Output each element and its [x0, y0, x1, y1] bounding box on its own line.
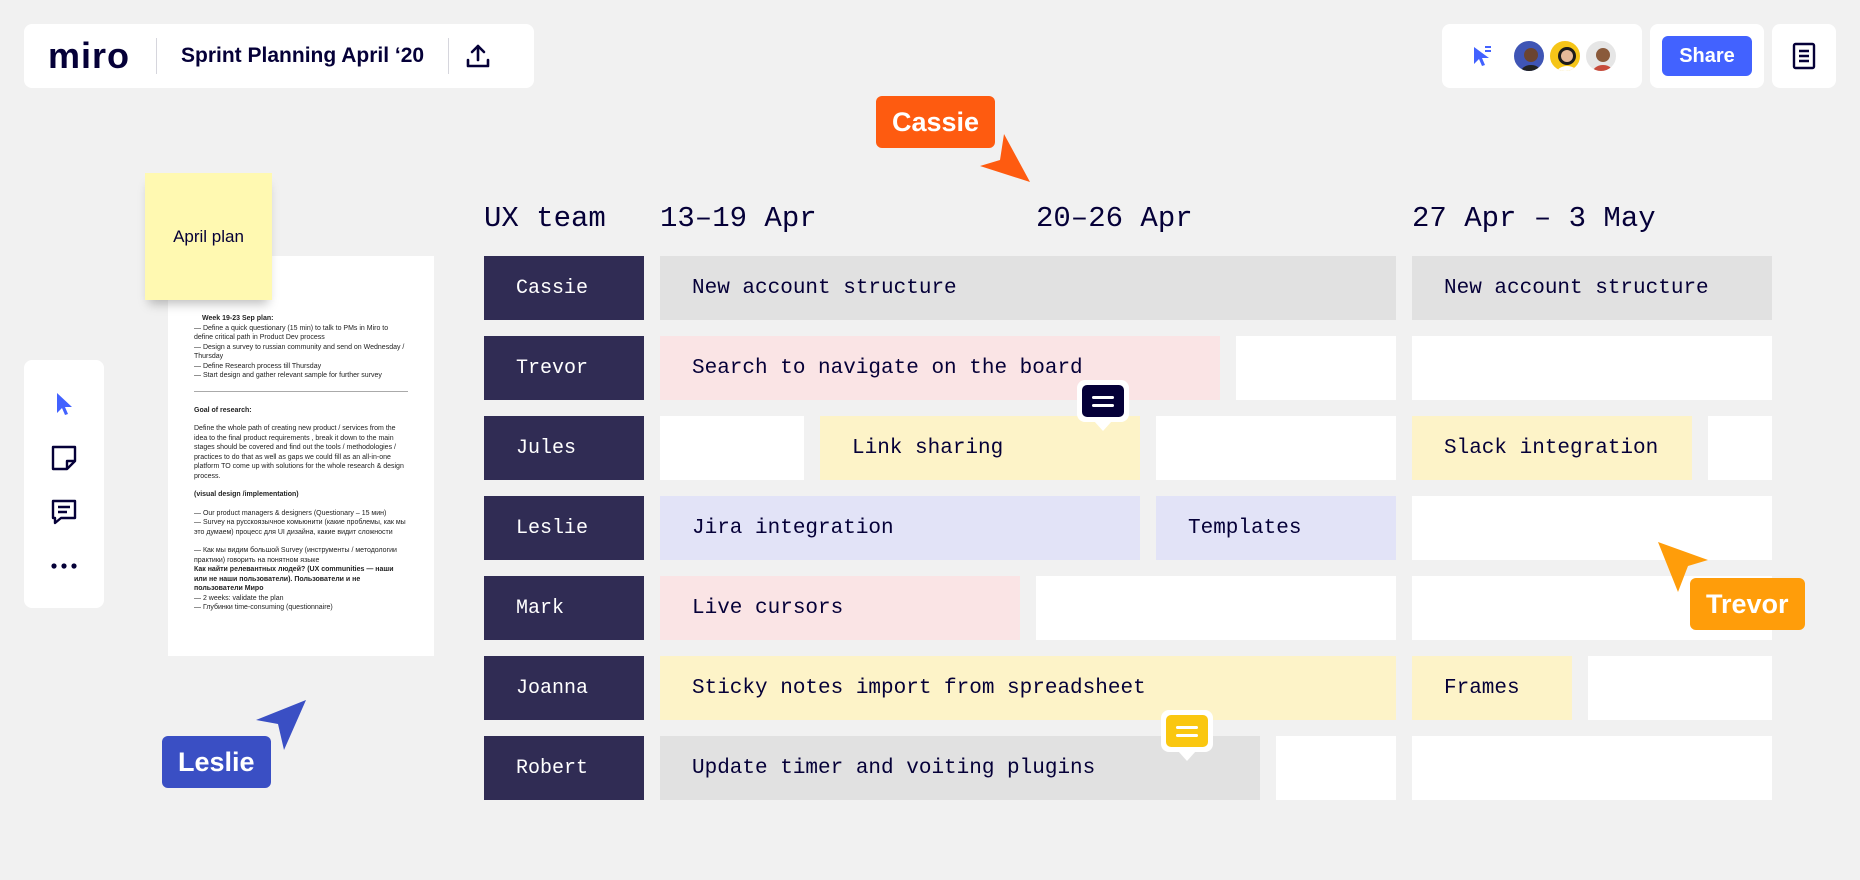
cursor-label-trevor: Trevor — [1690, 578, 1805, 630]
notes-button[interactable] — [1772, 24, 1836, 88]
task-card[interactable]: Link sharing — [820, 416, 1140, 480]
week-header: 20–26 Apr — [1036, 202, 1193, 235]
doc-line: — Our product managers & designers (Ques… — [194, 509, 387, 517]
team-header: UX team — [484, 202, 606, 235]
comment-icon — [51, 499, 77, 525]
board-header: miro Sprint Planning April ‘20 — [24, 24, 534, 88]
task-card[interactable]: New account structure — [1412, 256, 1772, 320]
member-mark[interactable]: Mark — [484, 576, 644, 640]
empty-cell[interactable] — [1412, 336, 1772, 400]
share-panel: Share — [1650, 24, 1764, 88]
sticky-note-icon — [51, 445, 77, 471]
comment-bubble[interactable] — [1161, 710, 1213, 761]
empty-cell[interactable] — [1412, 736, 1772, 800]
collaborators-panel — [1442, 24, 1642, 88]
doc-line: — Design a survey to russian community a… — [194, 343, 405, 361]
doc-line: — Survey на русскоязычное комьюнити (как… — [194, 519, 406, 536]
share-button[interactable]: Share — [1662, 36, 1752, 76]
select-icon — [57, 393, 72, 415]
avatar[interactable] — [1584, 39, 1618, 73]
empty-cell[interactable] — [1236, 336, 1396, 400]
comment-bubble-icon — [1166, 715, 1208, 747]
empty-cell[interactable] — [1412, 496, 1772, 560]
task-card[interactable]: Sticky notes import from spreadsheet — [660, 656, 1396, 720]
export-button[interactable] — [449, 24, 507, 88]
task-card[interactable]: Slack integration — [1412, 416, 1692, 480]
comment-bubble-icon — [1082, 385, 1124, 417]
select-tool[interactable] — [40, 380, 88, 428]
doc-line: — Define a quick questionary (15 min) to… — [194, 324, 389, 342]
doc-spacer — [194, 481, 408, 490]
doc-line: — Define Research process till Thursday — [194, 362, 322, 370]
empty-cell[interactable] — [1156, 416, 1396, 480]
member-robert[interactable]: Robert — [484, 736, 644, 800]
empty-cell[interactable] — [1276, 736, 1396, 800]
avatar[interactable] — [1512, 39, 1546, 73]
task-card[interactable]: Templates — [1156, 496, 1396, 560]
member-trevor[interactable]: Trevor — [484, 336, 644, 400]
doc-spacer — [194, 415, 408, 424]
doc-line: Define the whole path of creating new pr… — [194, 425, 404, 480]
document-icon — [1792, 42, 1816, 70]
task-card[interactable]: Live cursors — [660, 576, 1020, 640]
doc-line: Как найти релевантных людей? (UX communi… — [194, 566, 394, 592]
upload-icon — [466, 44, 490, 68]
board-title[interactable]: Sprint Planning April ‘20 — [157, 44, 448, 68]
week-header: 13–19 Apr — [660, 202, 817, 235]
week-header: 27 Apr – 3 May — [1412, 202, 1656, 235]
task-card[interactable]: Search to navigate on the board — [660, 336, 1220, 400]
task-card[interactable]: New account structure — [660, 256, 1396, 320]
left-toolbar — [24, 360, 104, 608]
member-joanna[interactable]: Joanna — [484, 656, 644, 720]
empty-cell[interactable] — [1708, 416, 1772, 480]
sticky-note-tool[interactable] — [40, 434, 88, 482]
empty-cell[interactable] — [1588, 656, 1772, 720]
avatar-group — [1512, 39, 1620, 73]
doc-divider — [194, 390, 408, 392]
task-card[interactable]: Jira integration — [660, 496, 1140, 560]
sticky-note[interactable]: April plan — [145, 173, 272, 300]
miro-logo[interactable]: miro — [48, 38, 130, 74]
cursor-follow-button[interactable] — [1468, 42, 1496, 70]
empty-cell[interactable] — [1036, 576, 1396, 640]
doc-spacer — [194, 537, 408, 546]
doc-line: Week 19-23 Sep plan: — [202, 315, 274, 322]
doc-line: (visual design /implementation) — [194, 491, 299, 498]
empty-cell[interactable] — [660, 416, 804, 480]
more-icon — [51, 563, 77, 569]
more-tools-button[interactable] — [40, 542, 88, 590]
avatar[interactable] — [1548, 39, 1582, 73]
doc-spacer — [194, 500, 408, 509]
doc-line: — 2 weeks: validate the plan — [194, 594, 284, 602]
member-jules[interactable]: Jules — [484, 416, 644, 480]
comment-bubble[interactable] — [1077, 380, 1129, 431]
doc-line: — Как мы видим большой Survey (инструмен… — [194, 547, 397, 564]
task-card[interactable]: Frames — [1412, 656, 1572, 720]
comment-tool[interactable] — [40, 488, 88, 536]
member-leslie[interactable]: Leslie — [484, 496, 644, 560]
cursor-label-leslie: Leslie — [162, 736, 271, 788]
follow-cursor-icon — [1474, 46, 1491, 66]
doc-line: — Start design and gather relevant sampl… — [194, 372, 382, 379]
doc-line: Goal of research: — [194, 406, 252, 414]
document-card[interactable]: Week 19-23 Sep plan: — Define a quick que… — [168, 256, 434, 656]
cursor-arrow-icon — [980, 134, 1030, 182]
doc-line: — Глубинки time-consuming (questionnaire… — [194, 604, 333, 611]
member-cassie[interactable]: Cassie — [484, 256, 644, 320]
